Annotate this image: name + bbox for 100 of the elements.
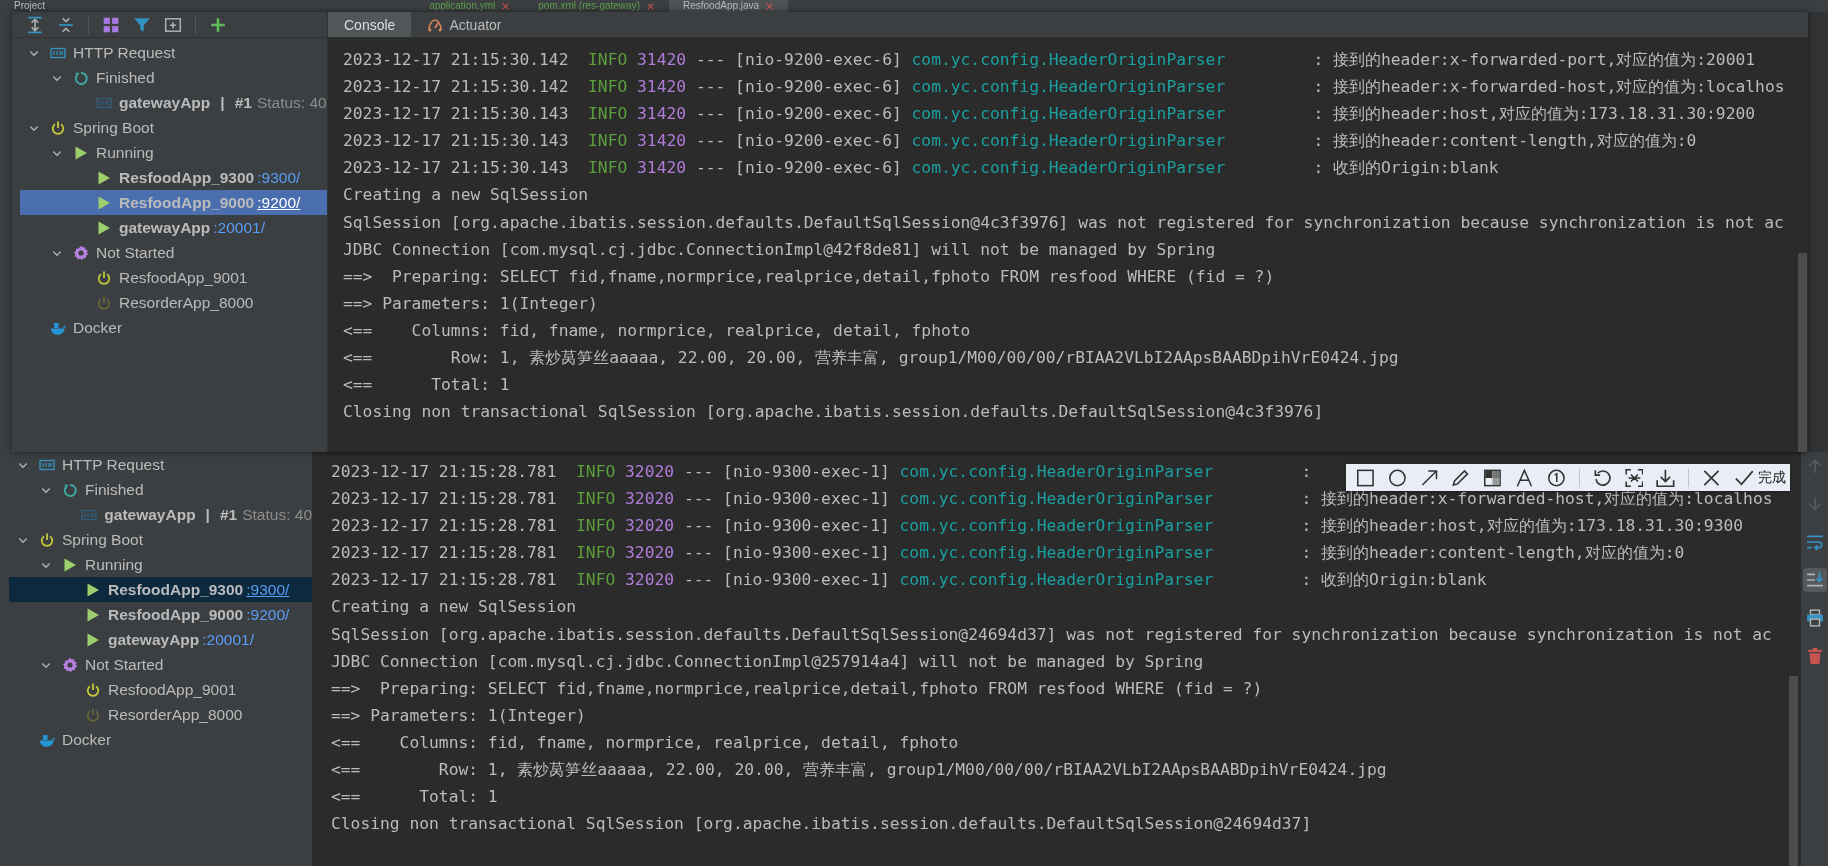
process-id: 31420	[637, 103, 687, 126]
console-line: JDBC Connection [com.mysql.cj.jdbc.ConnectionImpl@257914a4] will not be managed by Spring	[331, 650, 1204, 673]
logger-name: com.yc.config.HeaderOriginParser	[911, 103, 1227, 126]
logger-name: com.yc.config.HeaderOriginParser	[911, 157, 1227, 180]
log-timestamp: 2023-12-17 21:15:30.142	[343, 76, 569, 99]
console-line: ==> Parameters: 1(Integer)	[343, 292, 598, 315]
editor-tab[interactable]: application.yml	[415, 0, 525, 12]
tree-item[interactable]: ResfoodApp_9001	[9, 677, 312, 702]
log-timestamp: 2023-12-17 21:15:28.781	[331, 461, 557, 483]
process-id: 31420	[637, 157, 687, 180]
grid-icon[interactable]	[102, 15, 120, 34]
text-tool-icon[interactable]	[1515, 467, 1534, 488]
thread-name: [nio-9300-exec-1]	[723, 542, 890, 565]
done-button[interactable]: 完成	[1734, 467, 1786, 488]
editor-tab[interactable]: ResfoodApp.java	[669, 0, 789, 12]
gauge-icon	[427, 16, 444, 33]
tree-item[interactable]: Running	[9, 552, 312, 577]
project-dropdown[interactable]: Project	[14, 0, 46, 12]
log-separator: ---	[683, 461, 714, 483]
tree-item[interactable]: ResfoodApp_9300 :9300/	[9, 577, 312, 602]
process-id: 31420	[637, 130, 687, 153]
power-icon	[85, 706, 101, 723]
console-line: SqlSession [org.apache.ibatis.session.defaults.DefaultSqlSession@24694d37] was not registered for synchronization because synchronization is not ac	[331, 623, 1772, 646]
log-separator: ---	[695, 49, 726, 71]
log-separator: ---	[695, 157, 726, 180]
tree-item[interactable]: HTTP Request	[20, 40, 327, 65]
logger-name: com.yc.config.HeaderOriginParser	[899, 569, 1215, 592]
number-tool-icon[interactable]	[1546, 467, 1566, 488]
console-tab[interactable]: Actuator	[411, 12, 518, 37]
download-icon[interactable]	[1656, 467, 1676, 488]
tree-item[interactable]: Finished	[20, 65, 327, 90]
power-icon	[96, 269, 112, 286]
editor-tab[interactable]: pom.xml (res-gateway)	[524, 0, 669, 12]
log-level: INFO	[576, 542, 616, 565]
tree-item[interactable]: ResorderApp_8000	[20, 290, 327, 315]
thread-name: [nio-9300-exec-1]	[723, 515, 890, 538]
tree-item[interactable]: gatewayApp | #1 Status: 40	[9, 502, 312, 527]
add-icon[interactable]	[209, 15, 227, 34]
console-line: <== Columns: fid, fname, normprice, realprice, detail, fphoto	[331, 731, 959, 754]
process-id: 32020	[625, 515, 675, 538]
log-timestamp: 2023-12-17 21:15:30.143	[343, 130, 569, 153]
play-icon	[85, 631, 101, 648]
thread-name: [nio-9200-exec-6]	[735, 103, 902, 126]
undo-icon[interactable]	[1592, 467, 1612, 488]
console-line: Closing non transactional SqlSession [org.apache.ibatis.session.defaults.DefaultSqlSession@4c3f3976]	[343, 401, 1324, 424]
log-level: INFO	[576, 488, 616, 511]
log-timestamp: 2023-12-17 21:15:28.781	[331, 569, 557, 592]
tree-item[interactable]: gatewayApp | #1 Status: 40	[20, 90, 327, 115]
log-level: INFO	[588, 76, 628, 99]
square-tool-icon[interactable]	[1356, 467, 1375, 488]
scrollbar[interactable]	[1798, 253, 1807, 452]
console-line: <== Total: 1	[343, 374, 510, 397]
tree-item[interactable]: Not Started	[9, 652, 312, 677]
log-separator: ---	[683, 542, 714, 565]
tree-item[interactable]: ResorderApp_8000	[9, 702, 312, 727]
thread-name: [nio-9200-exec-6]	[735, 130, 902, 153]
expand-all-icon[interactable]	[26, 15, 44, 34]
log-message: : 接到的header:x-forwarded-port,对应的值为:20001	[1313, 49, 1756, 71]
tree-item[interactable]: ResfoodApp_9001	[20, 265, 327, 290]
tree-item[interactable]: Docker	[20, 315, 327, 340]
pencil-tool-icon[interactable]	[1451, 467, 1471, 488]
play-icon	[62, 556, 78, 573]
tree-item[interactable]: Spring Boot	[9, 527, 312, 552]
tree-item[interactable]: gatewayApp :20001/	[20, 215, 327, 240]
tree-item[interactable]: Docker	[9, 727, 312, 752]
tree-item[interactable]: Not Started	[20, 240, 327, 265]
collapse-all-icon[interactable]	[57, 15, 75, 34]
process-id: 31420	[637, 49, 687, 71]
process-id: 32020	[625, 488, 675, 511]
scrollbar[interactable]	[1789, 676, 1798, 866]
thread-name: [nio-9300-exec-1]	[723, 569, 890, 592]
arrow-tool-icon[interactable]	[1419, 467, 1439, 488]
tree-item[interactable]: Spring Boot	[20, 115, 327, 140]
new-window-icon[interactable]	[164, 15, 182, 34]
logger-name: com.yc.config.HeaderOriginParser	[899, 515, 1215, 538]
log-timestamp: 2023-12-17 21:15:30.143	[343, 157, 569, 180]
console-tab[interactable]: Console	[328, 12, 412, 37]
tree-item[interactable]: Running	[20, 140, 327, 165]
thread-name: [nio-9200-exec-6]	[735, 157, 902, 180]
logger-name: com.yc.config.HeaderOriginParser	[899, 488, 1215, 511]
log-timestamp: 2023-12-17 21:15:28.781	[331, 515, 557, 538]
tree-item[interactable]: gatewayApp :20001/	[9, 627, 312, 652]
circle-tool-icon[interactable]	[1387, 467, 1407, 488]
log-level: INFO	[576, 569, 616, 592]
mosaic-tool-icon[interactable]	[1483, 467, 1503, 488]
filter-icon[interactable]	[133, 15, 151, 34]
tree-item[interactable]: Finished	[9, 477, 312, 502]
gear-icon	[73, 244, 89, 261]
thread-name: [nio-9300-exec-1]	[723, 461, 890, 483]
log-message: : 接到的header:host,对应的值为:173.18.31.30:9200	[1313, 103, 1756, 126]
process-id: 32020	[625, 461, 675, 483]
tree-item[interactable]: ResfoodApp_9300 :9300/	[20, 165, 327, 190]
tree-item[interactable]: ResfoodApp_9000 :9200/	[9, 602, 312, 627]
log-message: : 接到的header:host,对应的值为:173.18.31.30:9300	[1301, 515, 1744, 538]
scan-icon[interactable]	[1624, 467, 1644, 488]
console-line: Creating a new SqlSession	[331, 596, 577, 619]
power-icon	[39, 531, 55, 548]
tree-item[interactable]: ResfoodApp_9000 :9200/	[20, 190, 327, 215]
tree-item[interactable]: HTTP Request	[9, 452, 312, 477]
scroll-to-end-icon[interactable]	[1802, 568, 1827, 592]
